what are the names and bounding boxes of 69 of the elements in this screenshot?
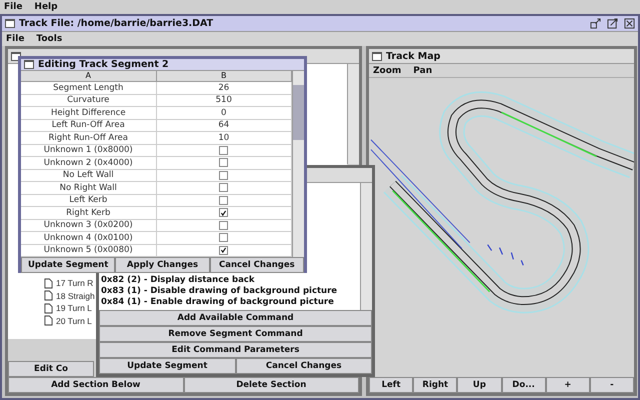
file-icon	[44, 290, 53, 302]
checkbox[interactable]	[219, 158, 228, 168]
minimize-icon[interactable]	[590, 18, 601, 29]
command-button[interactable]: Remove Segment Command	[99, 326, 372, 342]
tree-item[interactable]: 17 Turn R	[56, 278, 94, 288]
pan-button[interactable]: Right	[413, 377, 458, 393]
property-cell: Height Difference	[21, 107, 156, 118]
pan-button[interactable]: +	[546, 377, 590, 393]
pan-button[interactable]: Up	[457, 377, 502, 393]
checkbox[interactable]	[219, 146, 228, 155]
property-cell: Unknown 1 (0x8000)	[21, 144, 156, 156]
segment-button[interactable]: Update Segment	[21, 257, 116, 273]
pan-button[interactable]: -	[590, 377, 634, 393]
menu-item[interactable]: Zoom	[373, 66, 402, 76]
command-item[interactable]: 0x84 (1) - Enable drawing of background picture	[101, 297, 358, 308]
file-icon	[44, 315, 53, 326]
maximize-icon[interactable]	[607, 18, 618, 29]
property-cell: Curvature	[21, 94, 156, 106]
file-icon	[44, 278, 53, 289]
property-cell: Left Run-Off Area	[21, 120, 156, 131]
checkbox[interactable]	[219, 183, 228, 192]
tree-item[interactable]: 18 Straigh	[56, 290, 95, 301]
section-button[interactable]: Delete Section	[184, 377, 359, 393]
property-cell: Unknown 3 (0x0200)	[21, 220, 156, 231]
command-button[interactable]: Edit Command Parameters	[99, 342, 372, 358]
window-icon	[5, 19, 15, 28]
property-cell: No Left Wall	[21, 170, 156, 181]
command-button[interactable]: Add Available Command	[99, 310, 372, 326]
checkbox[interactable]	[219, 170, 228, 180]
scrollbar[interactable]	[347, 64, 359, 164]
checkbox[interactable]	[219, 208, 228, 218]
window-title: Track File: /home/barrie/barrie3.DAT	[19, 18, 214, 29]
window-icon	[372, 52, 382, 60]
command-item[interactable]: 0x83 (1) - Disable drawing of background picture	[101, 286, 358, 297]
menu-item[interactable]: File	[4, 2, 22, 12]
scrollbar[interactable]	[292, 71, 304, 257]
command-footer-button[interactable]: Update Segment	[99, 358, 236, 374]
checkbox[interactable]	[219, 196, 228, 205]
property-cell: Unknown 4 (0x0100)	[21, 232, 156, 244]
property-cell: Right Kerb	[21, 207, 156, 218]
menu-item[interactable]: Pan	[413, 66, 432, 76]
segment-button[interactable]: Cancel Changes	[210, 257, 304, 273]
checkbox[interactable]	[219, 233, 228, 242]
section-button[interactable]: Add Section Below	[8, 377, 184, 393]
segment-button[interactable]: Apply Changes	[115, 257, 210, 273]
command-footer-button[interactable]: Cancel Changes	[236, 358, 372, 374]
column-header[interactable]: A	[21, 71, 156, 81]
property-cell: Left Kerb	[21, 194, 156, 206]
close-icon[interactable]	[624, 18, 635, 29]
property-cell: Unknown 2 (0x4000)	[21, 157, 156, 168]
pan-button[interactable]: Do...	[502, 377, 546, 393]
window-title: Track Map	[386, 50, 440, 62]
edit-button[interactable]: Edit Co	[8, 361, 94, 377]
property-cell: Segment Length	[21, 82, 156, 94]
checkbox[interactable]	[219, 246, 228, 255]
tree-item[interactable]: 20 Turn L	[56, 316, 92, 326]
tree-item[interactable]: 19 Turn L	[56, 303, 92, 314]
property-cell: No Right Wall	[21, 182, 156, 194]
menu-item[interactable]: Help	[34, 2, 58, 12]
property-cell: Right Run-Off Area	[21, 132, 156, 144]
checkbox[interactable]	[219, 220, 228, 230]
pan-button[interactable]: Left	[369, 377, 414, 393]
property-cell: Unknown 5 (0x0080)	[21, 244, 156, 256]
file-icon	[44, 302, 53, 314]
scrollbar[interactable]	[360, 183, 372, 310]
command-item[interactable]: 0x82 (2) - Display distance back	[101, 275, 358, 286]
menu-item[interactable]: Tools	[36, 34, 62, 44]
window-title: Editing Track Segment 2	[38, 59, 169, 70]
menu-item[interactable]: File	[6, 34, 24, 44]
